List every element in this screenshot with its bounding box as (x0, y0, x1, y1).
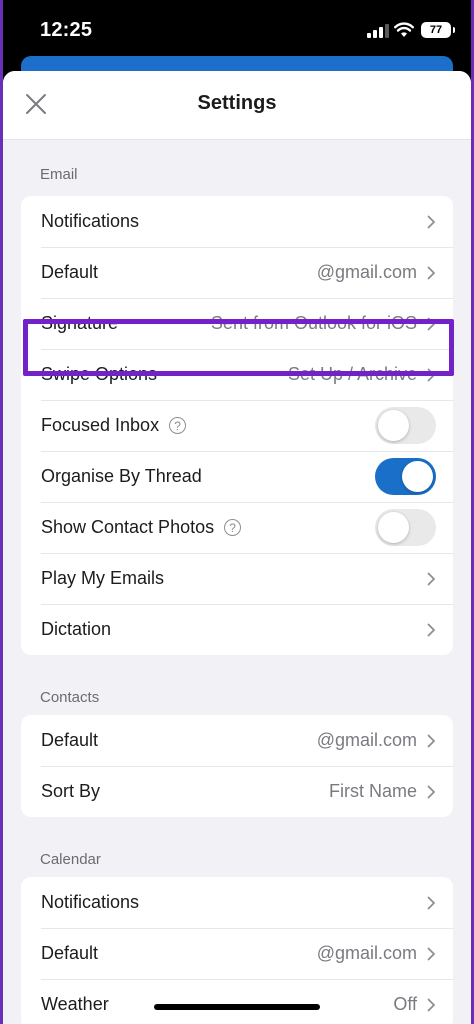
contacts-default-row[interactable]: Default @gmail.com (21, 715, 453, 766)
row-label: Organise By Thread (41, 466, 202, 486)
row-label: Default (41, 730, 99, 750)
row-label: Swipe Options (41, 364, 158, 384)
chevron-right-icon (427, 734, 435, 747)
chevron-right-icon (427, 266, 435, 279)
chevron-right-icon (427, 368, 435, 381)
email-default-row[interactable]: Default @gmail.com (21, 247, 453, 298)
chevron-right-icon (427, 998, 435, 1011)
row-value: First Name (328, 781, 417, 801)
row-label: Focused Inbox (41, 415, 160, 435)
row-label: Signature (41, 313, 119, 333)
page-title: Settings (197, 92, 277, 114)
show-contact-photos-row: Show Contact Photos ? (21, 502, 453, 553)
section-label-contacts: Contacts (40, 689, 100, 706)
row-value: @gmail.com (316, 730, 417, 750)
email-notifications-row[interactable]: Notifications (21, 196, 453, 247)
contacts-settings-group: Default @gmail.com Sort By First Name (21, 715, 453, 817)
status-bar: 12:25 77 (3, 0, 471, 62)
row-value: @gmail.com (316, 943, 417, 963)
row-label: Dictation (41, 619, 112, 639)
row-value: @gmail.com (316, 262, 417, 282)
battery-level: 77 (429, 24, 443, 36)
chevron-right-icon (427, 896, 435, 909)
cellular-signal-icon (367, 24, 389, 38)
row-label: Sort By (41, 781, 101, 801)
row-label: Default (41, 262, 99, 282)
row-value: Off (393, 994, 417, 1014)
dictation-row[interactable]: Dictation (21, 604, 453, 655)
chevron-right-icon (427, 623, 435, 636)
calendar-settings-group: Notifications Default @gmail.com Weather… (21, 877, 453, 1024)
chevron-right-icon (427, 572, 435, 585)
calendar-notifications-row[interactable]: Notifications (21, 877, 453, 928)
chevron-right-icon (427, 317, 435, 330)
chevron-right-icon (427, 947, 435, 960)
sheet-header: Settings (3, 71, 471, 140)
swipe-options-row[interactable]: Swipe Options Set Up / Archive (21, 349, 453, 400)
sort-by-row[interactable]: Sort By First Name (21, 766, 453, 817)
play-my-emails-row[interactable]: Play My Emails (21, 553, 453, 604)
row-label: Notifications (41, 892, 140, 912)
section-label-email: Email (40, 166, 78, 183)
battery-icon: 77 (421, 22, 455, 38)
row-label: Default (41, 943, 99, 963)
row-label: Weather (41, 994, 109, 1014)
toggle-knob (378, 410, 409, 441)
help-icon[interactable]: ? (169, 417, 187, 434)
organise-by-thread-row: Organise By Thread (21, 451, 453, 502)
signature-row[interactable]: Signature Sent from Outlook for iOS (21, 298, 453, 349)
row-value: Sent from Outlook for iOS (210, 313, 417, 333)
row-label: Show Contact Photos (41, 517, 215, 537)
section-label-calendar: Calendar (40, 851, 101, 868)
status-time: 12:25 (40, 19, 93, 41)
chevron-right-icon (427, 785, 435, 798)
toggle-knob (402, 461, 433, 492)
row-label: Notifications (41, 211, 140, 231)
phone-screen: 12:25 77 Settings Email Notifications De… (3, 0, 471, 1024)
calendar-default-row[interactable]: Default @gmail.com (21, 928, 453, 979)
focused-inbox-toggle[interactable] (375, 407, 436, 444)
toggle-knob (378, 512, 409, 543)
email-settings-group: Notifications Default @gmail.com Signatu… (21, 196, 453, 655)
wifi-icon (394, 22, 414, 37)
chevron-right-icon (427, 215, 435, 228)
row-value: Set Up / Archive (287, 364, 417, 384)
home-indicator (154, 1004, 320, 1010)
help-icon[interactable]: ? (224, 519, 242, 536)
row-label: Play My Emails (41, 568, 165, 588)
show-contact-photos-toggle[interactable] (375, 509, 436, 546)
focused-inbox-row: Focused Inbox ? (21, 400, 453, 451)
weather-row[interactable]: Weather Off (21, 979, 453, 1024)
settings-sheet: Settings Email Notifications Default @gm… (3, 71, 471, 1024)
organise-by-thread-toggle[interactable] (375, 458, 436, 495)
